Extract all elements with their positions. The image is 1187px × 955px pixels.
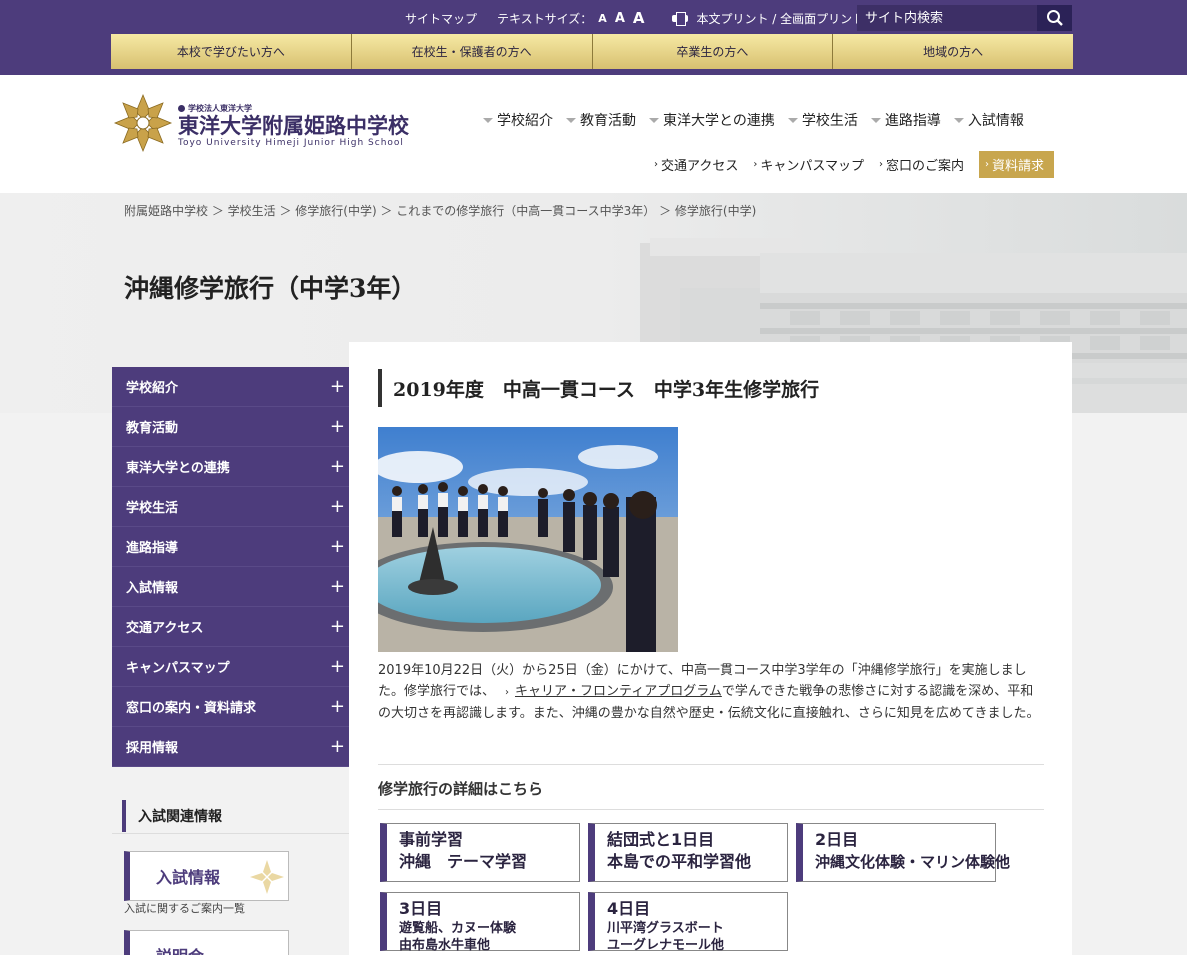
trip-photo: [378, 427, 678, 652]
day-link-day3[interactable]: 3日目 遊覧船、カヌー体験 由布島水牛車他: [380, 892, 580, 953]
page-title: 沖縄修学旅行（中学3年）: [124, 274, 417, 303]
subnav-access[interactable]: › 交通アクセス: [654, 155, 738, 174]
gnav-item-school-life[interactable]: 学校生活: [787, 110, 858, 130]
text-size-large-button[interactable]: A: [633, 9, 645, 27]
sidebar-item-about[interactable]: 学校紹介 +: [112, 367, 349, 407]
audience-nav-students-parents[interactable]: 在校生・保護者の方へ: [351, 34, 593, 69]
site-search: [857, 5, 1072, 31]
top-bar: サイトマップ テキストサイズ： A A A 本文プリント / 全画面プリント 本…: [0, 0, 1187, 75]
audience-nav-community[interactable]: 地域の方へ: [833, 34, 1073, 69]
printer-icon: [672, 12, 689, 26]
sidebar-item-career[interactable]: 進路指導 +: [112, 527, 349, 567]
subnav-campus-map[interactable]: › キャンパスマップ: [753, 155, 864, 174]
plus-icon[interactable]: +: [330, 696, 345, 717]
search-button[interactable]: [1037, 5, 1072, 31]
logo-school-name: 東洋大学附属姫路中学校: [178, 114, 409, 138]
school-crest-icon: [113, 93, 173, 153]
gnav-item-toyo-university[interactable]: 東洋大学との連携: [649, 110, 775, 130]
admission-banner-label: 入試情報: [156, 868, 221, 887]
plus-icon[interactable]: +: [330, 416, 345, 437]
details-section-title: 修学旅行の詳細はこちら: [378, 780, 544, 798]
request-materials-button[interactable]: › 資料請求: [979, 151, 1055, 178]
divider: [112, 833, 349, 834]
utility-links: サイトマップ テキストサイズ： A A A 本文プリント / 全画面プリント: [405, 6, 864, 30]
sidebar-item-admission[interactable]: 入試情報 +: [112, 567, 349, 607]
chevron-right-icon: ›: [505, 687, 510, 698]
text-size-small-button[interactable]: A: [598, 12, 607, 25]
divider: [378, 809, 1044, 810]
sidebar-menu: 学校紹介 + 教育活動 + 東洋大学との連携 + 学校生活 + 進路指導 + 入試情報 + …: [112, 367, 349, 767]
school-logo[interactable]: 学校法人東洋大学 東洋大学附属姫路中学校 Toyo University Him…: [112, 92, 409, 154]
gnav-item-about[interactable]: 学校紹介: [483, 110, 553, 130]
sidebar-item-contact[interactable]: 窓口の案内・資料請求 +: [112, 687, 349, 727]
sidebar-item-toyo-university[interactable]: 東洋大学との連携 +: [112, 447, 349, 487]
divider: [378, 764, 1044, 765]
career-frontier-link[interactable]: キャリア・フロンティアプログラム: [515, 684, 722, 699]
dropdown-arrow-icon: [870, 117, 881, 123]
article-title: 2019年度 中高一貫コース 中学3年生修学旅行: [378, 369, 819, 407]
admission-banner[interactable]: 入試情報: [124, 851, 289, 901]
day-link-day4[interactable]: 4日目 川平湾グラスボート ユーグレナモール他: [588, 892, 788, 953]
plus-icon[interactable]: +: [330, 656, 345, 677]
main-content: 2019年度 中高一貫コース 中学3年生修学旅行 2019年10月22日（火）か…: [349, 342, 1072, 955]
search-icon: [1046, 10, 1063, 26]
sidebar-item-campus-map[interactable]: キャンパスマップ +: [112, 647, 349, 687]
day-link-day1[interactable]: 結団式と1日目 本島での平和学習他: [588, 823, 788, 882]
flower-icon: [250, 860, 284, 894]
plus-icon[interactable]: +: [330, 736, 345, 757]
text-size-medium-button[interactable]: A: [615, 11, 625, 26]
gnav-item-education[interactable]: 教育活動: [566, 110, 636, 130]
audience-nav-alumni[interactable]: 卒業生の方へ: [592, 34, 834, 69]
plus-icon[interactable]: +: [330, 536, 345, 557]
related-info-heading: 入試関連情報: [122, 800, 349, 832]
sitemap-link[interactable]: サイトマップ: [405, 10, 477, 27]
dropdown-arrow-icon: [953, 117, 964, 123]
dropdown-arrow-icon: [566, 117, 576, 123]
search-input[interactable]: [857, 5, 1037, 31]
sidebar-item-recruit[interactable]: 採用情報 +: [112, 727, 349, 767]
logo-corp-name: 学校法人東洋大学: [188, 104, 252, 113]
plus-icon[interactable]: +: [330, 376, 345, 397]
article-body: 2019年10月22日（火）から25日（金）にかけて、中高一貫コース中学3学年の…: [378, 663, 1040, 721]
gnav-item-admission[interactable]: 入試情報: [953, 110, 1024, 130]
audience-nav: 本校で学びたい方へ 在校生・保護者の方へ 卒業生の方へ 地域の方へ: [111, 34, 1073, 69]
plus-icon[interactable]: +: [330, 456, 345, 477]
gnav-item-career[interactable]: 進路指導: [870, 110, 941, 130]
day-link-preparation[interactable]: 事前学習 沖縄 テーマ学習: [380, 823, 580, 882]
print-link[interactable]: 本文プリント / 全画面プリント: [696, 10, 864, 27]
global-nav: 学校紹介 教育活動 東洋大学との連携 学校生活 進路指導 入試情報: [483, 110, 1024, 130]
briefing-banner[interactable]: 説明会: [124, 930, 289, 955]
plus-icon[interactable]: +: [330, 496, 345, 517]
admission-banner-caption: 入試に関するご案内一覧: [124, 902, 245, 915]
breadcrumb[interactable]: 附属姫路中学校 ＞ 学校生活 ＞ 修学旅行(中学) ＞ これまでの修学旅行（中高…: [124, 202, 756, 219]
site-header: 学校法人東洋大学 東洋大学附属姫路中学校 Toyo University Him…: [0, 75, 1187, 193]
subnav-contact[interactable]: › 窓口のご案内: [879, 155, 964, 174]
chevron-right-icon: ›: [753, 159, 758, 170]
day-link-day2[interactable]: 2日目 沖縄文化体験・マリン体験他: [796, 823, 1010, 882]
sidebar-item-education[interactable]: 教育活動 +: [112, 407, 349, 447]
sidebar-item-school-life[interactable]: 学校生活 +: [112, 487, 349, 527]
chevron-right-icon: ›: [985, 159, 989, 170]
sidebar: 学校紹介 + 教育活動 + 東洋大学との連携 + 学校生活 + 進路指導 + 入試情報 + …: [112, 367, 349, 767]
plus-icon[interactable]: +: [330, 616, 345, 637]
sub-nav: › 交通アクセス › キャンパスマップ › 窓口のご案内 › 資料請求: [654, 151, 1055, 178]
chevron-right-icon: ›: [878, 159, 883, 170]
briefing-banner-label: 説明会: [156, 943, 204, 955]
logo-school-name-en: Toyo University Himeji Junior High Schoo…: [178, 138, 404, 148]
dropdown-arrow-icon: [649, 117, 659, 123]
sidebar-item-access[interactable]: 交通アクセス +: [112, 607, 349, 647]
dropdown-arrow-icon: [483, 117, 493, 123]
text-size-label: テキストサイズ：: [497, 11, 593, 26]
dropdown-arrow-icon: [787, 117, 798, 123]
plus-icon[interactable]: +: [330, 576, 345, 597]
chevron-right-icon: ›: [654, 159, 658, 170]
audience-nav-prospective[interactable]: 本校で学びたい方へ: [111, 34, 352, 69]
corp-mark-icon: [178, 105, 185, 112]
